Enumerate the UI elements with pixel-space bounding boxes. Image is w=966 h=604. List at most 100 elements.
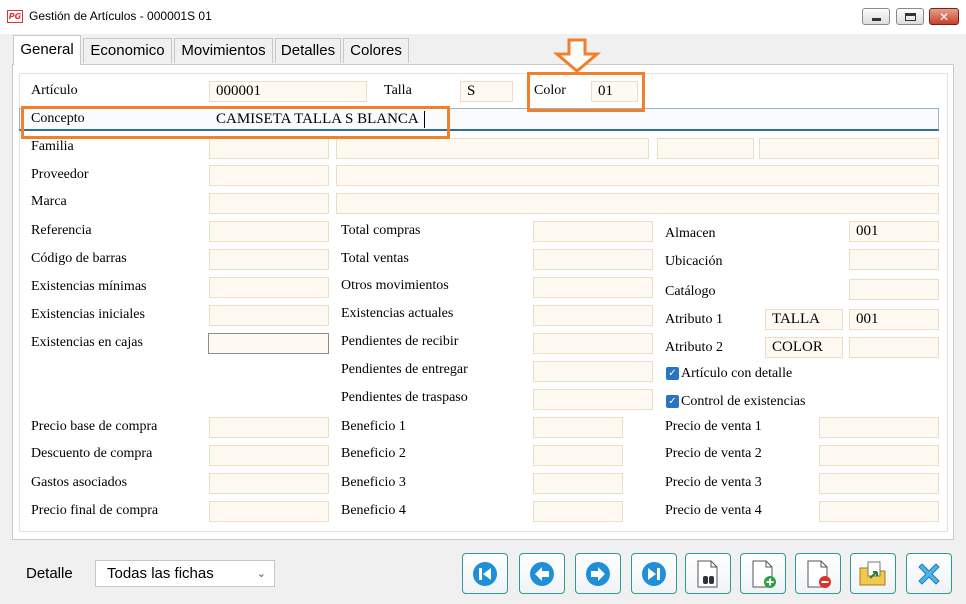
beneficio3-field[interactable] [533,473,623,494]
proveedor-label: Proveedor [31,167,89,182]
minimize-button[interactable] [862,8,890,25]
pendientes-traspaso-field[interactable] [533,389,653,410]
proveedor-name-field[interactable] [336,165,939,186]
previous-record-button[interactable] [519,553,565,594]
proveedor-code-field[interactable] [209,165,329,186]
tab-colores[interactable]: Colores [343,38,409,63]
atributo1-value-field[interactable]: 001 [849,309,939,330]
almacen-label: Almacen [665,226,716,241]
familia-name-field[interactable] [336,138,649,159]
atributo2-label: Atributo 2 [665,340,723,355]
detalle-select[interactable]: Todas las fichas ⌄ [95,560,275,587]
articulo-con-detalle-checkbox[interactable]: ✓ [666,367,679,380]
marca-code-field[interactable] [209,193,329,214]
maximize-button[interactable] [896,8,924,25]
almacen-field[interactable]: 001 [849,221,939,242]
precio-venta1-label: Precio de venta 1 [665,419,762,434]
next-record-button[interactable] [575,553,621,594]
precio-final-label: Precio final de compra [31,503,159,518]
atributo2-name-field[interactable]: COLOR [765,337,843,358]
ubicacion-label: Ubicación [665,254,723,269]
export-button[interactable] [850,553,896,594]
down-arrow-annotation-icon [553,38,601,73]
delete-record-button[interactable] [795,553,841,594]
beneficio1-field[interactable] [533,417,623,438]
familia-label: Familia [31,139,74,154]
referencia-field[interactable] [209,221,329,242]
atributo2-value-field[interactable] [849,337,939,358]
pendientes-entregar-field[interactable] [533,361,653,382]
total-compras-label: Total compras [341,223,421,238]
first-record-button[interactable] [462,553,508,594]
minimize-icon [871,18,881,21]
previous-record-icon [530,561,554,586]
chevron-down-icon: ⌄ [256,567,266,580]
precio-venta2-field[interactable] [819,445,939,466]
atributo1-label: Atributo 1 [665,312,723,327]
talla-field[interactable]: S [460,81,513,102]
folder-export-icon [859,561,886,585]
app-logo: PG [7,10,23,23]
tab-detalles[interactable]: Detalles [275,38,341,63]
ubicacion-field[interactable] [849,249,939,270]
last-record-button[interactable] [631,553,677,594]
pendientes-recibir-field[interactable] [533,333,653,354]
talla-label: Talla [384,83,412,98]
subfamilia-code-field[interactable] [657,138,754,159]
beneficio4-field[interactable] [533,501,623,522]
otros-movimientos-label: Otros movimientos [341,278,449,293]
articulo-label: Artículo [31,83,78,98]
close-form-button[interactable] [906,553,952,594]
control-existencias-label: Control de existencias [681,394,806,409]
precio-base-label: Precio base de compra [31,419,158,434]
new-record-button[interactable] [740,553,786,594]
beneficio2-label: Beneficio 2 [341,446,406,461]
subfamilia-name-field[interactable] [759,138,939,159]
total-compras-field[interactable] [533,221,653,242]
precio-venta2-label: Precio de venta 2 [665,446,762,461]
pendientes-traspaso-label: Pendientes de traspaso [341,390,468,405]
descuento-label: Descuento de compra [31,446,153,461]
new-document-icon [752,560,776,588]
marca-name-field[interactable] [336,193,939,214]
otros-movimientos-field[interactable] [533,277,653,298]
referencia-label: Referencia [31,223,92,238]
precio-venta4-field[interactable] [819,501,939,522]
articulo-field[interactable]: 000001 [209,81,367,102]
total-ventas-label: Total ventas [341,251,409,266]
color-highlight [527,72,645,112]
precio-final-field[interactable] [209,501,329,522]
catalogo-field[interactable] [849,279,939,300]
gastos-field[interactable] [209,473,329,494]
close-window-button[interactable]: ✕ [929,8,959,25]
maximize-icon [904,12,916,21]
tab-movimientos[interactable]: Movimientos [174,38,273,63]
search-document-icon [697,560,718,587]
detalle-select-value: Todas las fichas [107,565,214,582]
familia-code-field[interactable] [209,138,329,159]
delete-document-icon [807,560,831,588]
atributo1-name-field[interactable]: TALLA [765,309,843,330]
beneficio2-field[interactable] [533,445,623,466]
beneficio1-label: Beneficio 1 [341,419,406,434]
descuento-field[interactable] [209,445,329,466]
existencias-minimas-field[interactable] [209,277,329,298]
pendientes-entregar-label: Pendientes de entregar [341,362,468,377]
search-button[interactable] [685,553,731,594]
existencias-minimas-label: Existencias mínimas [31,279,147,294]
catalogo-label: Catálogo [665,284,716,299]
articulo-con-detalle-label: Artículo con detalle [681,366,793,381]
precio-venta3-field[interactable] [819,473,939,494]
existencias-actuales-field[interactable] [533,305,653,326]
precio-venta1-field[interactable] [819,417,939,438]
existencias-cajas-field[interactable] [208,333,329,354]
codigo-barras-field[interactable] [209,249,329,270]
precio-base-field[interactable] [209,417,329,438]
control-existencias-checkbox[interactable]: ✓ [666,395,679,408]
last-record-icon [642,561,666,586]
beneficio3-label: Beneficio 3 [341,475,406,490]
existencias-iniciales-field[interactable] [209,305,329,326]
tab-economico[interactable]: Economico [83,38,172,63]
total-ventas-field[interactable] [533,249,653,270]
tab-general[interactable]: General [13,35,81,65]
